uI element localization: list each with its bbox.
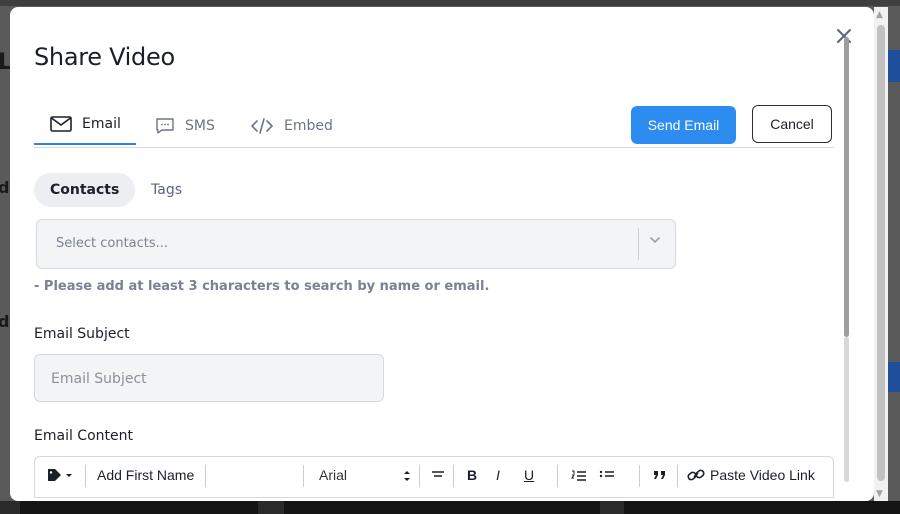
select-divider bbox=[638, 228, 639, 260]
ordered-list-button[interactable] bbox=[571, 469, 587, 485]
align-button[interactable] bbox=[431, 469, 445, 485]
page-scrollbar-thumb[interactable] bbox=[877, 25, 885, 481]
background-bottom-bar bbox=[0, 501, 900, 514]
tab-embed[interactable]: Embed bbox=[250, 105, 333, 146]
send-email-button[interactable]: Send Email bbox=[631, 106, 736, 144]
font-select-arrows-icon bbox=[403, 469, 411, 486]
tab-email[interactable]: Email bbox=[34, 105, 136, 145]
paste-video-link-button[interactable]: Paste Video Link bbox=[687, 467, 815, 483]
merge-field-dropdown[interactable]: Add First Name bbox=[97, 467, 194, 483]
bold-button[interactable]: B bbox=[467, 467, 477, 483]
background-button-fragment bbox=[886, 50, 900, 82]
blockquote-button[interactable] bbox=[653, 469, 667, 485]
cancel-button[interactable]: Cancel bbox=[752, 105, 832, 143]
mail-icon bbox=[50, 116, 72, 132]
bullet-list-button[interactable] bbox=[599, 469, 615, 485]
tab-sms-label: SMS bbox=[185, 117, 215, 134]
quote-icon bbox=[654, 471, 665, 479]
tag-dropdown-button[interactable] bbox=[47, 468, 75, 485]
contacts-select-placeholder: Select contacts... bbox=[56, 236, 169, 251]
contacts-select[interactable]: Select contacts... bbox=[36, 219, 676, 269]
modal-title: Share Video bbox=[34, 43, 175, 71]
scroll-down-arrow-icon[interactable]: ▼ bbox=[876, 489, 883, 499]
align-icon bbox=[432, 471, 444, 477]
editor-toolbar: Add First Name Arial B I U Paste Video L… bbox=[34, 456, 834, 498]
ordered-list-icon bbox=[571, 470, 586, 481]
chat-icon bbox=[155, 117, 175, 135]
tag-icon bbox=[48, 469, 72, 481]
tab-email-label: Email bbox=[82, 116, 121, 132]
scroll-up-arrow-icon[interactable]: ▲ bbox=[876, 10, 883, 20]
email-content-label: Email Content bbox=[34, 428, 133, 444]
italic-button[interactable]: I bbox=[496, 467, 500, 483]
background-top-bar bbox=[0, 0, 900, 6]
chevron-down-icon[interactable] bbox=[649, 234, 661, 250]
paste-video-link-label: Paste Video Link bbox=[710, 467, 815, 483]
link-icon bbox=[687, 469, 705, 481]
code-icon bbox=[250, 117, 274, 135]
tab-tags[interactable]: Tags bbox=[135, 173, 198, 207]
tab-embed-label: Embed bbox=[284, 117, 333, 134]
bullet-list-icon bbox=[599, 470, 614, 478]
tab-sms[interactable]: SMS bbox=[155, 105, 215, 146]
email-subject-placeholder: Email Subject bbox=[51, 371, 147, 387]
tab-contacts[interactable]: Contacts bbox=[34, 173, 136, 207]
email-subject-label: Email Subject bbox=[34, 326, 130, 342]
underline-button[interactable]: U bbox=[524, 467, 534, 483]
font-family-select[interactable]: Arial bbox=[319, 467, 347, 483]
modal-scrollbar-track[interactable] bbox=[844, 337, 849, 482]
modal-scrollbar-thumb[interactable] bbox=[844, 37, 849, 337]
share-video-modal: Share Video Email SMS Embed Send Email C… bbox=[10, 7, 874, 501]
contacts-hint: - Please add at least 3 characters to se… bbox=[34, 279, 490, 294]
background-button-fragment bbox=[886, 362, 900, 392]
email-subject-input[interactable]: Email Subject bbox=[34, 354, 384, 402]
